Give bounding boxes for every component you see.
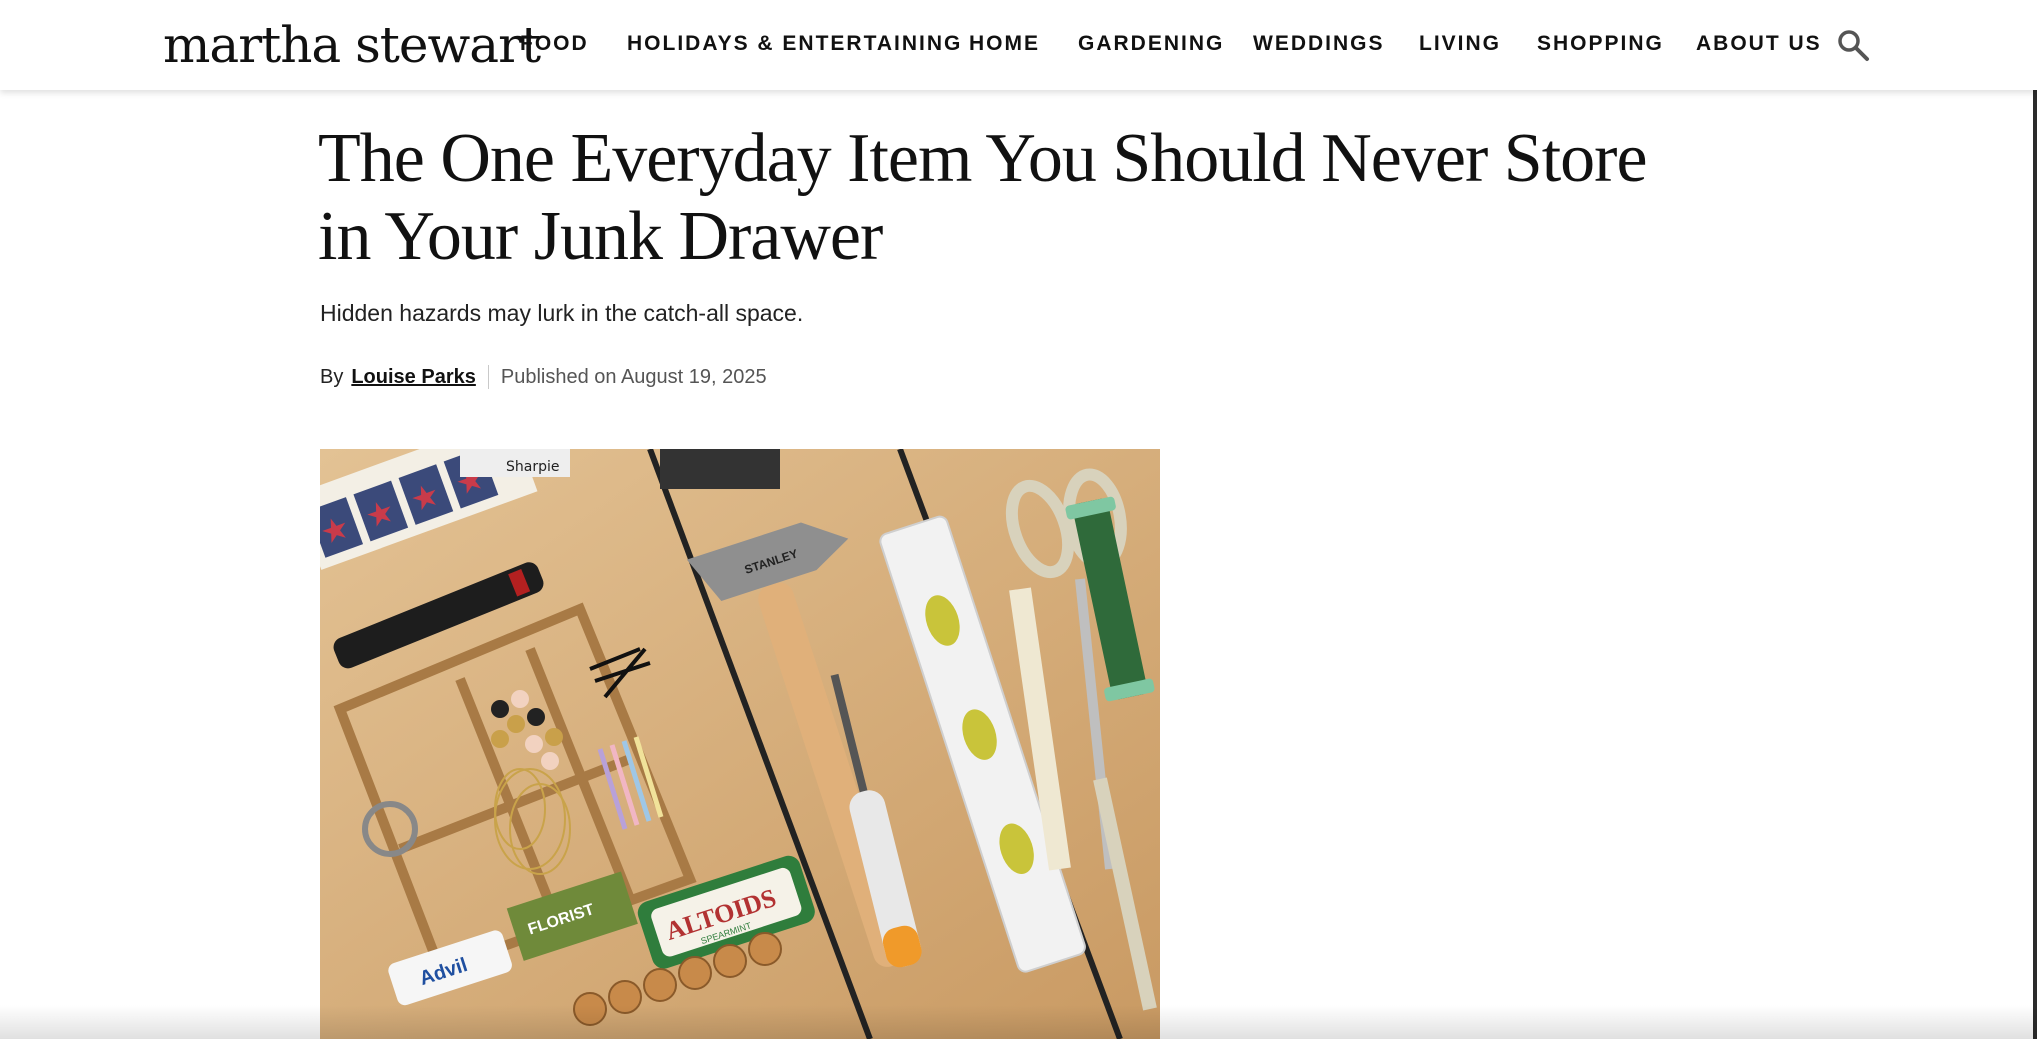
main-nav: FOOD HOLIDAYS & ENTERTAINING HOME GARDEN… (0, 0, 2037, 90)
nav-item-weddings[interactable]: WEDDINGS (1253, 32, 1385, 56)
author-link[interactable]: Louise Parks (351, 366, 476, 389)
nav-item-living[interactable]: LIVING (1419, 32, 1501, 56)
hero-image: ★ ★ ★ ★ Sharpie ALTOIDS SPEARMINT FLORIS… (320, 449, 1160, 1039)
byline: By Louise Parks Published on August 19, … (320, 362, 767, 392)
nav-item-shopping[interactable]: SHOPPING (1537, 32, 1664, 56)
article-title: The One Everyday Item You Should Never S… (318, 120, 1648, 275)
nav-item-about-us[interactable]: ABOUT US (1696, 32, 1822, 56)
nav-item-holidays-entertaining[interactable]: HOLIDAYS & ENTERTAINING (627, 32, 962, 56)
search-icon (1838, 30, 1869, 61)
nav-item-food[interactable]: FOOD (520, 32, 589, 56)
site-header: martha stewart FOOD HOLIDAYS & ENTERTAIN… (0, 0, 2037, 90)
nav-item-gardening[interactable]: GARDENING (1078, 32, 1224, 56)
junk-drawer-photo: ★ ★ ★ ★ Sharpie ALTOIDS SPEARMINT FLORIS… (320, 449, 1160, 1039)
article-subtitle: Hidden hazards may lurk in the catch-all… (320, 300, 804, 326)
search-button[interactable] (1836, 28, 1870, 62)
byline-prefix: By (320, 365, 344, 388)
publish-date: Published on August 19, 2025 (500, 365, 767, 388)
nav-item-home[interactable]: HOME (969, 32, 1040, 56)
window-edge (2033, 0, 2037, 1039)
sharpie-label: Sharpie (506, 459, 559, 475)
byline-divider (487, 365, 489, 389)
